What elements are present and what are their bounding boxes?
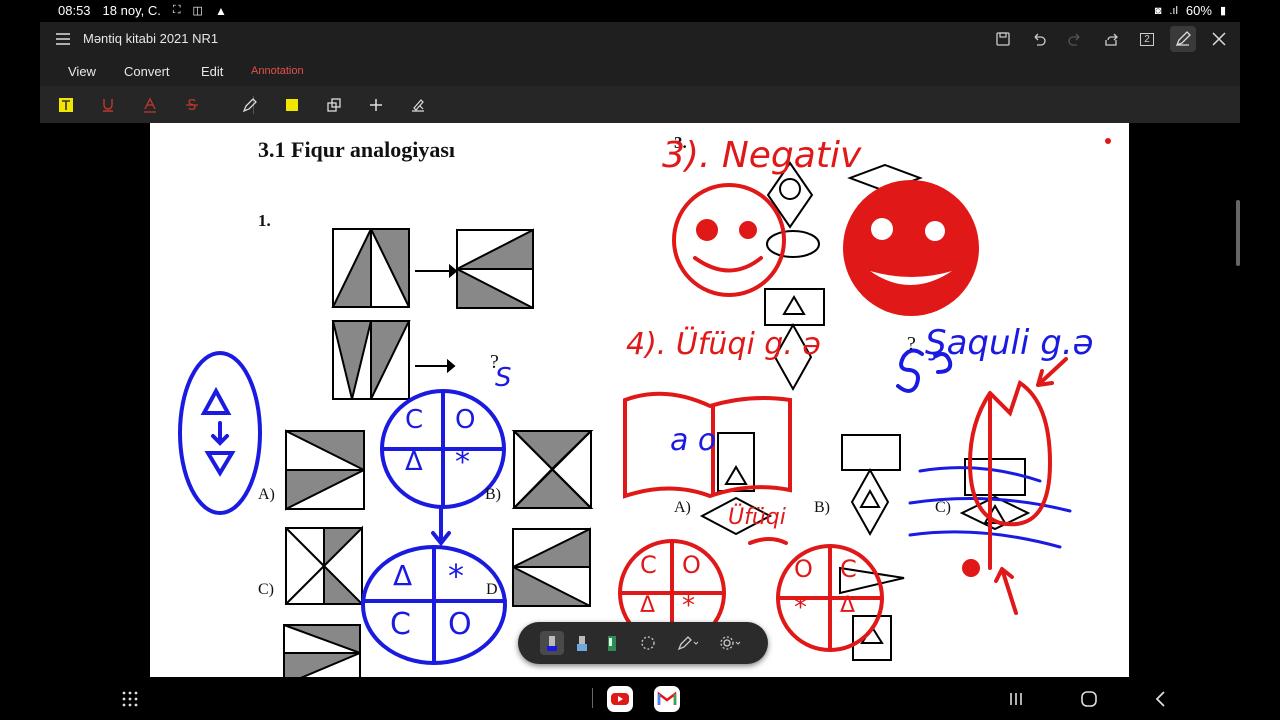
option-c-left-figure xyxy=(285,525,363,607)
cast-icon: ◫ xyxy=(192,5,203,17)
gear-icon[interactable] xyxy=(718,631,742,655)
screenshot-icon: ⛶ xyxy=(172,4,181,16)
alarm-icon: ◙ xyxy=(1154,4,1162,17)
circle2-letter-triangle: Δ xyxy=(393,559,413,592)
option-b-left-label: B) xyxy=(485,486,501,503)
nav-divider xyxy=(592,688,593,708)
squiggly-underline-icon[interactable] xyxy=(139,94,161,116)
ballpoint-pen-icon[interactable] xyxy=(540,631,564,655)
back-icon[interactable] xyxy=(1147,685,1175,713)
warning-icon: ▲ xyxy=(214,3,227,18)
tab-convert[interactable]: Convert xyxy=(124,64,170,79)
circle2-letter-o: O xyxy=(448,607,472,642)
circle1-letter-triangle: Δ xyxy=(405,447,423,477)
question-mark-right: ? xyxy=(907,333,916,355)
shape-icon[interactable] xyxy=(323,94,345,116)
handwritten-negativ: 3). Negativ xyxy=(662,135,862,176)
document-title: Məntiq kitabi 2021 NR1 xyxy=(83,31,219,46)
option-c-right-label: C) xyxy=(935,499,951,516)
option-b-left-figure xyxy=(511,430,594,509)
app-drawer-icon[interactable] xyxy=(116,685,144,713)
red-circle2-letter-o: O xyxy=(794,555,813,583)
title-bar: Məntiq kitabi 2021 NR1 2 xyxy=(40,22,1240,56)
handwritten-saquli: Şaquli g.ə xyxy=(925,323,1094,363)
highlighter-icon[interactable] xyxy=(281,94,303,116)
circle1-letter-star: * xyxy=(455,445,470,480)
arrow-q1-row2 xyxy=(415,358,456,374)
option-d-left-label: D xyxy=(486,581,498,598)
close-icon[interactable] xyxy=(1206,26,1232,52)
youtube-icon[interactable] xyxy=(606,685,634,713)
handwritten-a-o: a o xyxy=(670,423,717,458)
handwritten-ufuqi: 4). Üfüqi g. ə xyxy=(626,327,821,362)
battery-level: 60% xyxy=(1185,3,1212,18)
handwritten-ufuqi-small: Üfüqi xyxy=(728,505,786,530)
figure-q1-question xyxy=(331,320,411,400)
figure-q1-source xyxy=(331,228,410,308)
option-c-left-label: C) xyxy=(258,581,274,598)
status-bar: 08:53 18 noy, C. ⛶ ◫ ▲ ◙ .ıl 60% ▮ xyxy=(40,0,1240,22)
tab-view[interactable]: View xyxy=(68,64,96,79)
circle2-letter-c: C xyxy=(390,607,411,642)
pen-settings-icon[interactable] xyxy=(676,631,700,655)
redo-icon[interactable] xyxy=(1062,26,1088,52)
red-circle-letter-c: C xyxy=(640,551,657,579)
navigation-bar xyxy=(0,677,1280,720)
red-circle2-letter-c: C xyxy=(840,555,857,583)
option-a-left-figure xyxy=(285,429,365,511)
option-e-left-figure xyxy=(283,624,361,677)
tab-bar: View Convert Edit Annotation xyxy=(40,56,1240,86)
highlight-text-icon[interactable] xyxy=(55,94,77,116)
red-smiley-filled xyxy=(843,180,979,316)
red-circle-letter-triangle: Δ xyxy=(640,593,656,618)
red-circle-letter-o: O xyxy=(682,551,701,579)
status-time: 08:53 xyxy=(58,3,91,18)
red-circle2-letter-triangle: Δ xyxy=(840,593,856,618)
annotation-toolbar xyxy=(40,86,1240,123)
save-icon[interactable] xyxy=(990,26,1016,52)
status-date: 18 noy, C. xyxy=(102,3,161,18)
pen-icon[interactable] xyxy=(239,94,261,116)
marker-pen-icon[interactable] xyxy=(570,631,594,655)
option-d-left-figure xyxy=(512,527,591,607)
tab-annotation[interactable]: Annotation xyxy=(251,65,304,77)
circle1-letter-o: O xyxy=(455,405,476,435)
red-circle2-letter-star: * xyxy=(794,593,807,623)
battery-icon: ▮ xyxy=(1219,5,1226,17)
undo-icon[interactable] xyxy=(1026,26,1052,52)
pen-mode-icon[interactable] xyxy=(1170,26,1196,52)
pen-toolbar xyxy=(518,622,768,664)
signal-icon: .ıl xyxy=(1169,4,1178,17)
option-b-right-label: B) xyxy=(814,499,830,516)
figure-q1-result xyxy=(456,228,534,309)
home-icon[interactable] xyxy=(1075,685,1103,713)
recent-apps-icon[interactable] xyxy=(1002,685,1030,713)
add-icon[interactable] xyxy=(365,94,387,116)
circle2-letter-star: * xyxy=(448,557,464,595)
highlighter-pen-icon[interactable] xyxy=(600,631,624,655)
page-count-badge[interactable]: 2 xyxy=(1134,26,1160,52)
option-a-left-label: A) xyxy=(258,486,275,503)
lasso-icon[interactable] xyxy=(636,631,660,655)
arrow-q1-row1 xyxy=(415,263,458,279)
option-a-right-label: A) xyxy=(674,499,691,516)
page-count-label: 2 xyxy=(1140,32,1154,46)
handwritten-s: S xyxy=(495,363,512,393)
gmail-icon[interactable] xyxy=(653,685,681,713)
strikethrough-icon[interactable] xyxy=(181,94,203,116)
page-scrollbar[interactable] xyxy=(1236,200,1240,266)
signature-icon[interactable] xyxy=(407,94,429,116)
red-dot xyxy=(1105,138,1111,144)
menu-icon[interactable] xyxy=(54,30,72,48)
red-circle-letter-star: * xyxy=(682,591,695,621)
page-heading: 3.1 Fiqur analogiyası xyxy=(258,137,456,162)
document-page[interactable]: 3.1 Fiqur analogiyası 1. 3. ? ? A) B) C)… xyxy=(150,123,1129,677)
share-icon[interactable] xyxy=(1098,26,1124,52)
question-number-1: 1. xyxy=(258,211,271,230)
tab-edit[interactable]: Edit xyxy=(201,64,223,79)
circle1-letter-c: C xyxy=(405,405,424,435)
figure-q4-option-b xyxy=(841,434,901,537)
underline-icon[interactable] xyxy=(97,94,119,116)
